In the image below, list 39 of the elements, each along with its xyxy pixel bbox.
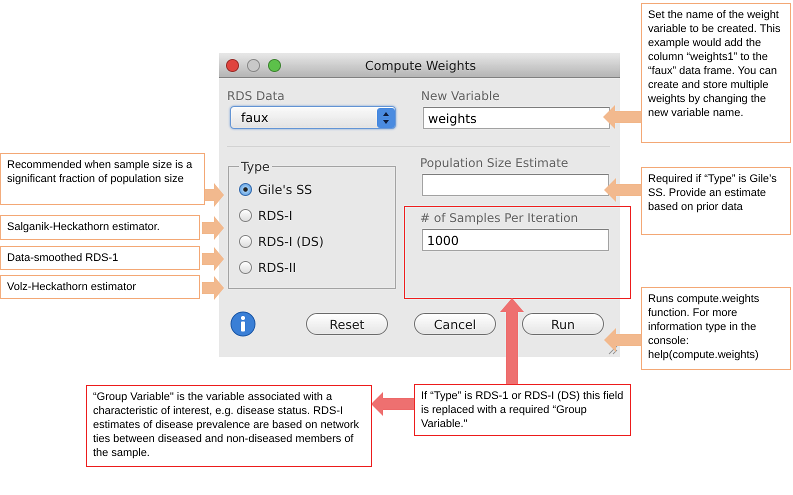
close-button[interactable] [226, 58, 239, 72]
field-label: RDS Data [227, 88, 286, 104]
callout-note: Data-smoothed RDS-1 [0, 246, 200, 270]
minimize-button[interactable] [247, 58, 260, 72]
callout-note: Salganik-Heckathorn estimator. [0, 215, 200, 240]
text-field[interactable]: weights [423, 107, 610, 129]
stepper-icon [377, 108, 395, 128]
radio-option[interactable]: RDS-I (DS) [239, 232, 395, 250]
arrow [202, 247, 224, 271]
dialog-button[interactable]: Reset [306, 313, 388, 335]
callout-note: Recommended when sample size is a significant fraction of population size [0, 153, 205, 205]
text-field[interactable]: 1000 [422, 229, 609, 251]
callout-note: Volz-Heckathorn estimator [0, 275, 200, 299]
arrow [202, 276, 224, 300]
arrow [603, 105, 643, 129]
dialog-button[interactable]: Run [522, 313, 604, 335]
arrow [604, 328, 644, 352]
callout-note: If “Type” is RDS-1 or RDS-I (DS) this field is replaced with a required “Group Variable." [414, 384, 631, 436]
window-title: Compute Weights [364, 58, 478, 72]
arrow [604, 178, 644, 202]
arrow [371, 392, 415, 416]
zoom-button[interactable] [268, 58, 281, 72]
dialog-button[interactable]: Cancel [414, 313, 496, 335]
callout-note: “Group Variable" is the variable associated with a characteristic of interest, e.g. disease status. RDS-I estimates of disease prevalence are based on network ties between diseased and non-diseased members of the sample. [86, 385, 372, 467]
text-field[interactable] [422, 174, 609, 196]
resize-grip-icon [608, 345, 618, 355]
radio-option[interactable]: RDS-II [239, 258, 395, 276]
radio-option[interactable]: RDS-I [239, 206, 395, 224]
info-icon [230, 311, 256, 337]
arrow [202, 216, 224, 240]
group-label: Type [240, 159, 271, 174]
callout-note: Set the name of the weight variable to be created. This example would add the column “weights1” to the “faux” data frame. You can create and store multiple weights by changing the new variable name. [641, 3, 791, 143]
callout-note: Required if “Type” is Gile’s SS. Provide an estimate based on prior data [641, 167, 791, 235]
field-label: # of Samples Per Iteration [420, 210, 580, 226]
radio-option[interactable]: Gile's SS [239, 180, 395, 198]
field-label: New Variable [421, 88, 501, 104]
field-label: Population Size Estimate [420, 155, 570, 171]
callout-note: Runs compute.weights function. For more information type in the console: help(compute.weights) [641, 287, 791, 370]
dataset-dropdown[interactable]: faux [230, 106, 396, 129]
